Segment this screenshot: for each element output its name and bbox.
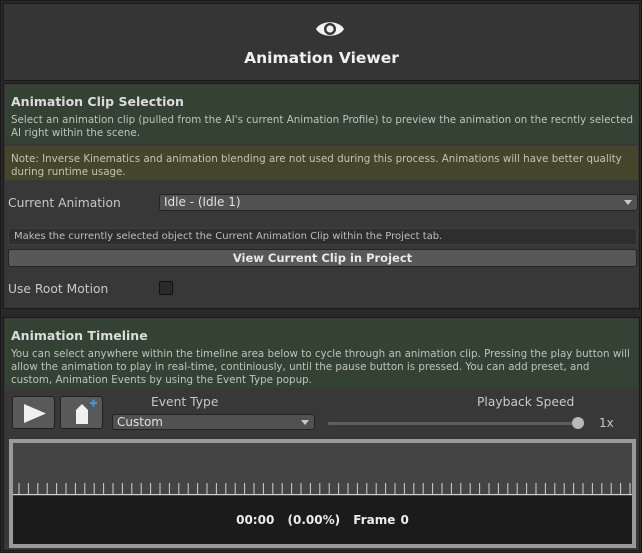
- root-motion-label: Use Root Motion: [8, 282, 109, 296]
- clip-selection-section: Animation Clip Selection Select an anima…: [3, 83, 640, 309]
- add-event-icon: [76, 399, 97, 424]
- clip-selection-header: Animation Clip Selection Select an anima…: [5, 85, 638, 143]
- info-box: Makes the currently selected object the …: [8, 228, 637, 245]
- timeline-header: Animation Timeline You can select anywhe…: [5, 319, 638, 387]
- playback-speed-label: Playback Speed: [477, 395, 575, 409]
- playback-speed-slider[interactable]: [328, 422, 578, 425]
- ik-note-box: Note: Inverse Kinematics and animation b…: [5, 146, 638, 180]
- ik-note-text: Note: Inverse Kinematics and animation b…: [11, 153, 622, 178]
- section-title: Animation Clip Selection: [11, 94, 184, 109]
- section-description: You can select anywhere within the timel…: [11, 348, 630, 386]
- event-type-dropdown[interactable]: Custom: [112, 414, 315, 430]
- play-button[interactable]: [12, 396, 55, 429]
- event-type-value: Custom: [117, 415, 163, 429]
- chevron-down-icon: [624, 200, 632, 205]
- root-motion-checkbox[interactable]: [159, 281, 173, 295]
- playback-speed-slider-handle[interactable]: [572, 417, 584, 429]
- section-title: Animation Timeline: [11, 328, 148, 343]
- playback-speed-value: 1x: [599, 416, 614, 430]
- section-description: Select an animation clip (pulled from th…: [11, 114, 633, 139]
- add-event-button[interactable]: [60, 396, 103, 429]
- timeline-status: 00:00 (0.00%) Frame 0: [13, 513, 632, 527]
- current-animation-dropdown[interactable]: Idle - (Idle 1): [159, 194, 638, 211]
- play-icon: [24, 404, 46, 423]
- current-animation-label: Current Animation: [8, 196, 121, 210]
- timeline-area[interactable]: 00:00 (0.00%) Frame 0: [9, 439, 636, 548]
- animation-viewer-window: Animation Viewer Animation Clip Selectio…: [0, 0, 642, 553]
- timeline-track[interactable]: [13, 443, 632, 496]
- timeline-section: Animation Timeline You can select anywhe…: [3, 317, 640, 551]
- timeline-percent: (0.00%): [287, 513, 341, 527]
- timeline-ticks: [13, 483, 632, 495]
- timeline-frame: Frame 0: [353, 513, 409, 527]
- current-animation-value: Idle - (Idle 1): [164, 195, 241, 209]
- header: Animation Viewer: [3, 3, 640, 81]
- timeline-readout: 00:00 (0.00%) Frame 0: [13, 496, 632, 544]
- page-title: Animation Viewer: [244, 49, 399, 67]
- view-clip-in-project-button[interactable]: View Current Clip in Project: [8, 249, 637, 267]
- eye-icon: [316, 22, 344, 36]
- chevron-down-icon: [301, 420, 309, 425]
- event-type-label: Event Type: [151, 395, 219, 409]
- timeline-time: 00:00: [236, 513, 275, 527]
- info-text: Makes the currently selected object the …: [14, 231, 443, 242]
